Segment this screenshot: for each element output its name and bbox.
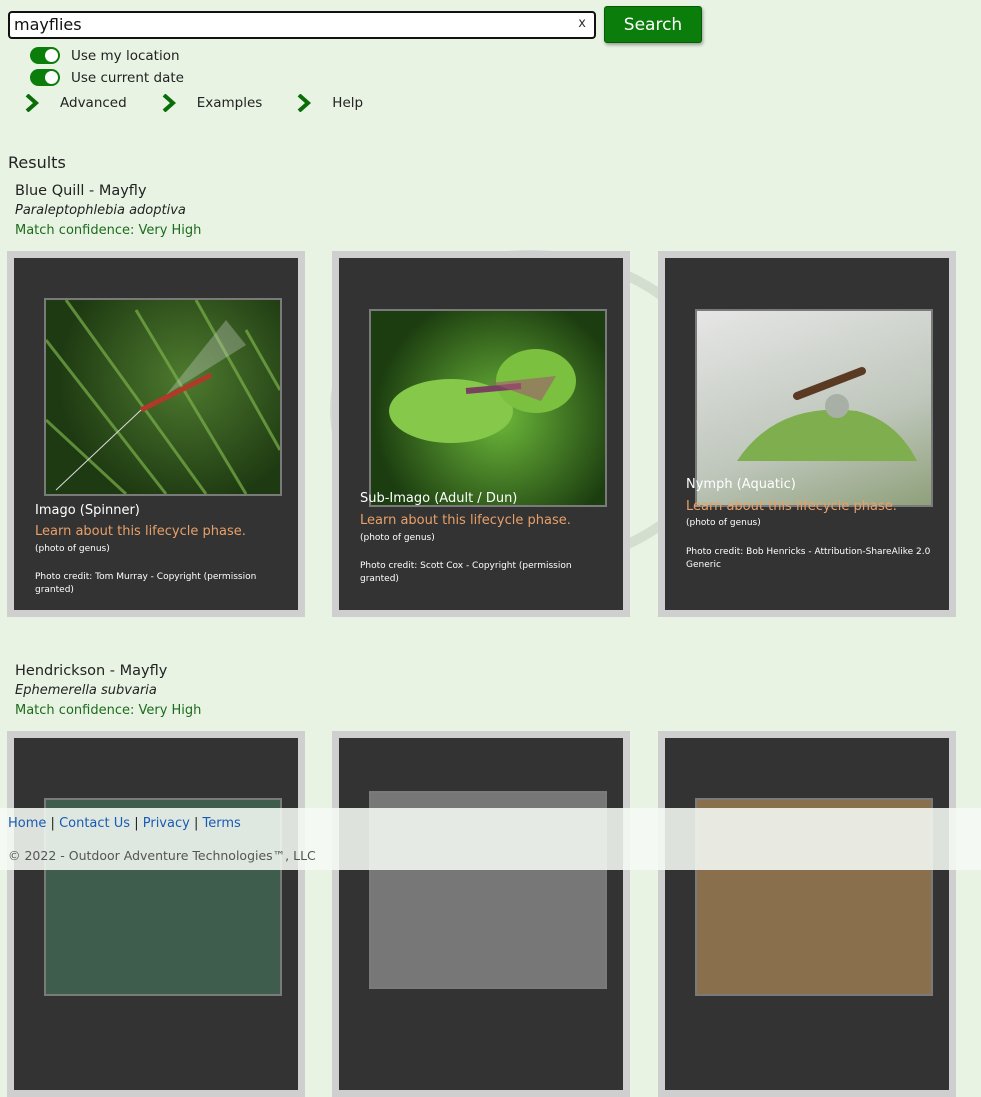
- result-item: Hendrickson - Mayfly Ephemerella subvari…: [15, 663, 201, 718]
- mayfly-image: [389, 349, 576, 443]
- photo-credit: Photo credit: Scott Cox - Copyright (per…: [360, 561, 572, 584]
- footer-link-home[interactable]: Home: [8, 816, 46, 831]
- chevron-right-icon: [297, 94, 312, 112]
- lifecycle-card: [7, 731, 305, 1097]
- option-links: Advanced Examples Help: [24, 94, 397, 112]
- toggle-switch-icon[interactable]: [30, 47, 60, 64]
- clear-search-icon[interactable]: x: [578, 16, 586, 31]
- result-item: Blue Quill - Mayfly Paraleptophlebia ado…: [15, 183, 201, 238]
- result-scientific-name: Ephemerella subvaria: [15, 683, 157, 698]
- learn-lifecycle-link[interactable]: Learn about this lifecycle phase.: [35, 524, 246, 539]
- lifecycle-phase-title: Nymph (Aquatic): [686, 477, 796, 492]
- footer-separator: |: [193, 816, 199, 831]
- mayfly-image: [46, 300, 280, 494]
- toggle-use-location[interactable]: Use my location: [30, 47, 180, 64]
- photo-credit: Photo credit: Bob Henricks - Attribution…: [686, 547, 931, 570]
- imago-photo[interactable]: [44, 298, 282, 496]
- lifecycle-phase-title: Imago (Spinner): [35, 503, 140, 518]
- result-confidence: Match confidence: Very High: [15, 703, 202, 718]
- lifecycle-phase-title: Sub-Imago (Adult / Dun): [360, 491, 518, 506]
- search-input[interactable]: [10, 12, 574, 37]
- copyright: © 2022 - Outdoor Adventure Technologies™…: [8, 848, 316, 863]
- search-box: x: [8, 10, 596, 39]
- toggle-use-date[interactable]: Use current date: [30, 69, 184, 86]
- footer-links: Home | Contact Us | Privacy | Terms: [8, 816, 241, 831]
- link-examples[interactable]: Examples: [161, 94, 263, 112]
- photo-genus-note: (photo of genus): [35, 544, 110, 554]
- lifecycle-card: [658, 731, 956, 1097]
- footer-separator: |: [50, 816, 55, 831]
- learn-lifecycle-link[interactable]: Learn about this lifecycle phase.: [686, 499, 897, 514]
- result-common-name[interactable]: Hendrickson - Mayfly: [15, 663, 201, 679]
- chevron-right-icon: [162, 94, 176, 112]
- chevron-right-icon: [25, 94, 40, 112]
- link-label: Advanced: [60, 95, 127, 111]
- search-button[interactable]: Search: [604, 6, 702, 43]
- nymph-image: [737, 367, 917, 461]
- learn-lifecycle-link[interactable]: Learn about this lifecycle phase.: [360, 513, 571, 528]
- link-label: Help: [332, 95, 364, 111]
- link-help[interactable]: Help: [296, 94, 363, 112]
- result-scientific-name: Paraleptophlebia adoptiva: [15, 203, 186, 218]
- results-heading: Results: [8, 153, 66, 172]
- footer-link-privacy[interactable]: Privacy: [143, 816, 190, 831]
- lifecycle-card-nymph: Nymph (Aquatic) Learn about this lifecyc…: [658, 251, 956, 617]
- toggle-label: Use current date: [71, 69, 184, 86]
- footer-link-contact[interactable]: Contact Us: [59, 816, 130, 831]
- toggle-label: Use my location: [71, 47, 180, 64]
- search-row: x Search: [8, 6, 702, 43]
- footer-separator: |: [134, 816, 139, 831]
- toggle-switch-icon[interactable]: [30, 69, 60, 86]
- link-advanced[interactable]: Advanced: [24, 94, 127, 112]
- photo-credit: Photo credit: Tom Murray - Copyright (pe…: [35, 572, 257, 595]
- photo-genus-note: (photo of genus): [360, 533, 435, 543]
- footer-link-terms[interactable]: Terms: [202, 816, 240, 831]
- link-label: Examples: [196, 95, 263, 111]
- photo-genus-note: (photo of genus): [686, 518, 761, 528]
- footer: Home | Contact Us | Privacy | Terms © 20…: [0, 808, 981, 870]
- result-confidence: Match confidence: Very High: [15, 223, 202, 238]
- lifecycle-card: [332, 731, 630, 1097]
- lifecycle-card-imago: Imago (Spinner) Learn about this lifecyc…: [7, 251, 305, 617]
- result-common-name[interactable]: Blue Quill - Mayfly: [15, 183, 201, 199]
- lifecycle-card-subimago: Sub-Imago (Adult / Dun) Learn about this…: [332, 251, 630, 617]
- subimago-photo[interactable]: [369, 309, 607, 507]
